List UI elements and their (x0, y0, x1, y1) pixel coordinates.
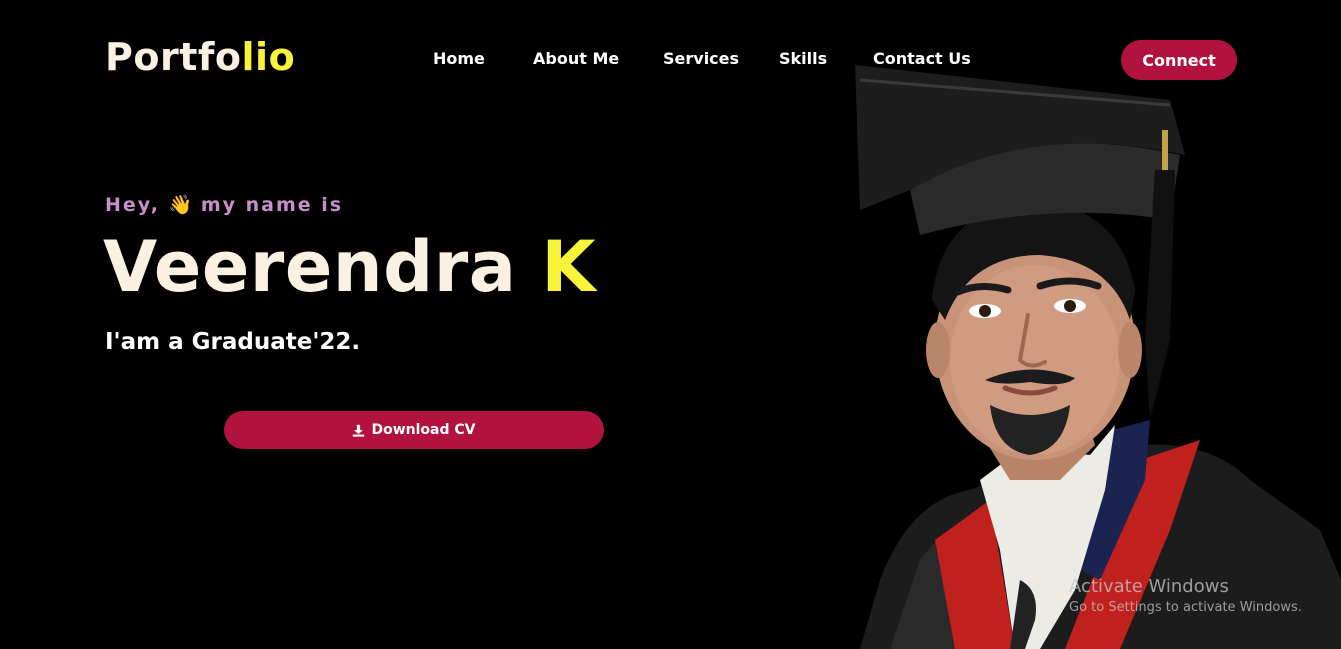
greeting-pre: Hey, (105, 194, 160, 216)
nav-item-skills[interactable]: Skills (779, 48, 827, 70)
hero-name-accent: K (541, 226, 597, 308)
logo-main-text: Portfo (105, 35, 242, 79)
hero-tagline: I'am a Graduate'22. (105, 329, 361, 355)
wave-icon: 👋 (168, 194, 193, 216)
logo-accent-text: lio (241, 35, 296, 79)
hero-name: Veerendra K (103, 222, 596, 312)
greeting-post: my name is (200, 194, 344, 216)
site-logo[interactable]: Portfolio (105, 32, 295, 82)
nav-item-services[interactable]: Services (663, 48, 739, 70)
download-icon (353, 424, 365, 437)
watermark-subtitle: Go to Settings to activate Windows. (1069, 600, 1302, 615)
watermark-title: Activate Windows (1069, 576, 1229, 597)
greeting-text: Hey, 👋 my name is (105, 191, 343, 219)
download-cv-label: Download CV (371, 422, 476, 438)
activate-windows-watermark: Activate Windows Go to Settings to activ… (1069, 575, 1302, 617)
nav-item-about-me[interactable]: About Me (533, 48, 619, 70)
nav-item-home[interactable]: Home (433, 48, 485, 70)
graduate-portrait (855, 65, 1341, 649)
download-cv-button[interactable]: Download CV (224, 411, 604, 449)
hero-name-main: Veerendra (103, 226, 517, 308)
